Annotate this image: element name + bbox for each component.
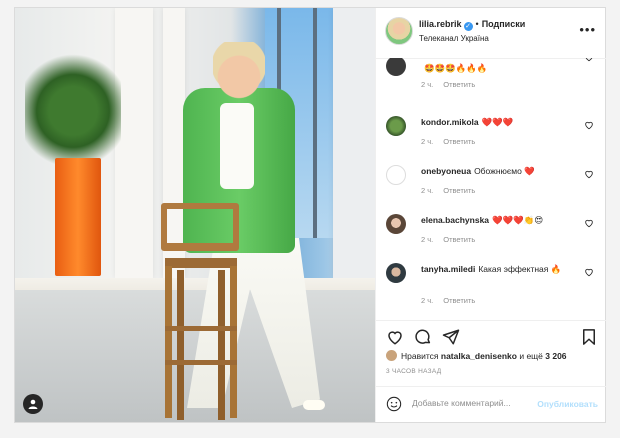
tagged-user-button[interactable] — [23, 394, 43, 414]
window-frame — [313, 8, 317, 238]
commenter-avatar[interactable] — [386, 165, 406, 185]
likes-prefix: Нравится — [401, 351, 439, 361]
comment-time: 2 ч. — [421, 296, 434, 305]
comment-meta: 2 ч. Ответить — [421, 235, 475, 244]
comment-time: 2 ч. — [421, 235, 434, 244]
chair-leg — [177, 270, 184, 420]
instagram-post: lilia.rebrik ✓ • Подписки Телеканал Україна… — [14, 7, 606, 423]
comment-text: elena.bachynska ❤️❤️❤️👏😍 — [421, 214, 586, 226]
comment-username[interactable]: tanyha.miledi — [421, 264, 475, 274]
comment-text: kondor.mikola ❤️❤️❤️ — [421, 116, 586, 128]
like-heart-icon[interactable] — [386, 328, 404, 346]
emoji-icon[interactable] — [386, 396, 402, 412]
comment-text: onebyoneua Обожнюємо ❤️ — [421, 165, 586, 177]
reply-button[interactable]: Ответить — [443, 137, 475, 146]
orange-pot — [55, 158, 101, 276]
more-options-icon[interactable]: ••• — [579, 22, 596, 37]
liker-username[interactable]: natalka_denisenko — [441, 351, 517, 361]
comment-body: ❤️❤️❤️ — [481, 117, 514, 127]
chair-rung — [165, 326, 237, 331]
commenter-avatar[interactable] — [386, 214, 406, 234]
share-paper-plane-icon[interactable] — [442, 328, 460, 346]
chair-rung — [165, 360, 237, 365]
potted-plant — [25, 46, 121, 164]
comment-time: 2 ч. — [421, 137, 434, 146]
author-avatar[interactable] — [385, 17, 413, 45]
separator-dot: • — [475, 19, 479, 29]
chair-seat — [165, 258, 237, 268]
likes-line: Нравится natalka_denisenko и ещё 3 206 — [386, 350, 601, 361]
commenter-avatar[interactable] — [386, 116, 406, 136]
comment-body: ❤️❤️❤️👏😍 — [492, 215, 544, 225]
curtain — [333, 8, 375, 278]
bookmark-icon[interactable] — [580, 328, 598, 346]
post-sidebar: lilia.rebrik ✓ • Подписки Телеканал Україна… — [375, 8, 606, 422]
commenter-avatar[interactable] — [386, 58, 406, 76]
post-header: lilia.rebrik ✓ • Подписки Телеканал Україна… — [376, 8, 606, 59]
chair-leg — [218, 270, 225, 420]
like-heart-icon[interactable] — [584, 218, 594, 228]
like-heart-icon[interactable] — [584, 267, 594, 277]
likes-count[interactable]: 3 206 — [545, 351, 566, 361]
comment-username[interactable]: onebyoneua — [421, 166, 471, 176]
comments-list[interactable]: 🤩🤩🤩🔥🔥🔥 2 ч. Ответить kondor.mikola ❤️❤️❤️ … — [376, 58, 606, 320]
following-button[interactable]: Подписки — [482, 19, 526, 29]
publish-button[interactable]: Опубликовать — [537, 399, 598, 409]
comment-body: Какая эффектная 🔥 — [478, 264, 562, 274]
like-heart-icon[interactable] — [584, 58, 594, 62]
reply-button[interactable]: Ответить — [443, 80, 475, 89]
reply-button[interactable]: Ответить — [443, 235, 475, 244]
post-location[interactable]: Телеканал Україна — [419, 34, 489, 43]
author-line: lilia.rebrik ✓ • Подписки — [419, 19, 525, 31]
comment-username[interactable]: kondor.mikola — [421, 117, 479, 127]
comment-time: 2 ч. — [421, 186, 434, 195]
comment-body: Обожнюємо ❤️ — [474, 166, 535, 176]
comment-meta: 2 ч. Ответить — [421, 80, 475, 89]
reply-button[interactable]: Ответить — [443, 186, 475, 195]
like-heart-icon[interactable] — [584, 169, 594, 179]
comment-meta: 2 ч. Ответить — [421, 296, 475, 305]
add-comment-input[interactable] — [412, 398, 537, 408]
add-comment-bar: Опубликовать — [376, 386, 606, 423]
action-bar — [376, 320, 606, 351]
comment-username[interactable]: elena.bachynska — [421, 215, 489, 225]
reply-button[interactable]: Ответить — [443, 296, 475, 305]
comment-bubble-icon[interactable] — [414, 328, 432, 346]
shoe — [303, 400, 325, 410]
like-heart-icon[interactable] — [584, 120, 594, 130]
verified-badge-icon: ✓ — [463, 22, 473, 31]
comment-time: 2 ч. — [421, 80, 434, 89]
person-icon — [28, 399, 38, 409]
chair-back — [161, 203, 239, 251]
liker-avatar[interactable] — [386, 350, 397, 361]
post-photo[interactable] — [15, 8, 375, 422]
comment-meta: 2 ч. Ответить — [421, 186, 475, 195]
comment-meta: 2 ч. Ответить — [421, 137, 475, 146]
comment-text: 🤩🤩🤩🔥🔥🔥 — [421, 62, 586, 74]
likes-middle: и ещё — [519, 351, 543, 361]
post-time[interactable]: 3 ЧАСОВ НАЗАД — [386, 368, 441, 375]
chair-leg — [165, 266, 172, 418]
white-top — [220, 103, 254, 189]
woman-head — [213, 42, 265, 100]
commenter-avatar[interactable] — [386, 263, 406, 283]
comment-text: tanyha.miledi Какая эффектная 🔥 — [421, 263, 586, 275]
chair-leg — [230, 266, 237, 418]
comment-body: 🤩🤩🤩🔥🔥🔥 — [424, 63, 488, 73]
author-username[interactable]: lilia.rebrik — [419, 19, 462, 29]
